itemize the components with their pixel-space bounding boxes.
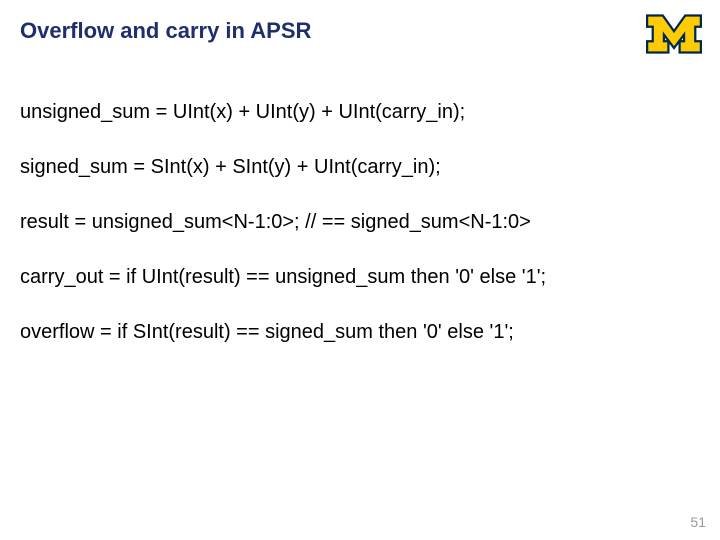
code-line: overflow = if SInt(result) == signed_sum… [20, 320, 680, 345]
umich-logo-icon [646, 14, 702, 59]
page-number: 51 [690, 514, 706, 530]
code-line: unsigned_sum = UInt(x) + UInt(y) + UInt(… [20, 100, 680, 125]
code-line: carry_out = if UInt(result) == unsigned_… [20, 265, 680, 290]
code-line: signed_sum = SInt(x) + SInt(y) + UInt(ca… [20, 155, 680, 180]
slide: Overflow and carry in APSR unsigned_sum … [0, 0, 720, 540]
slide-title: Overflow and carry in APSR [20, 18, 311, 44]
slide-body: unsigned_sum = UInt(x) + UInt(y) + UInt(… [20, 100, 680, 375]
code-line: result = unsigned_sum<N-1:0>; // == sign… [20, 210, 680, 235]
